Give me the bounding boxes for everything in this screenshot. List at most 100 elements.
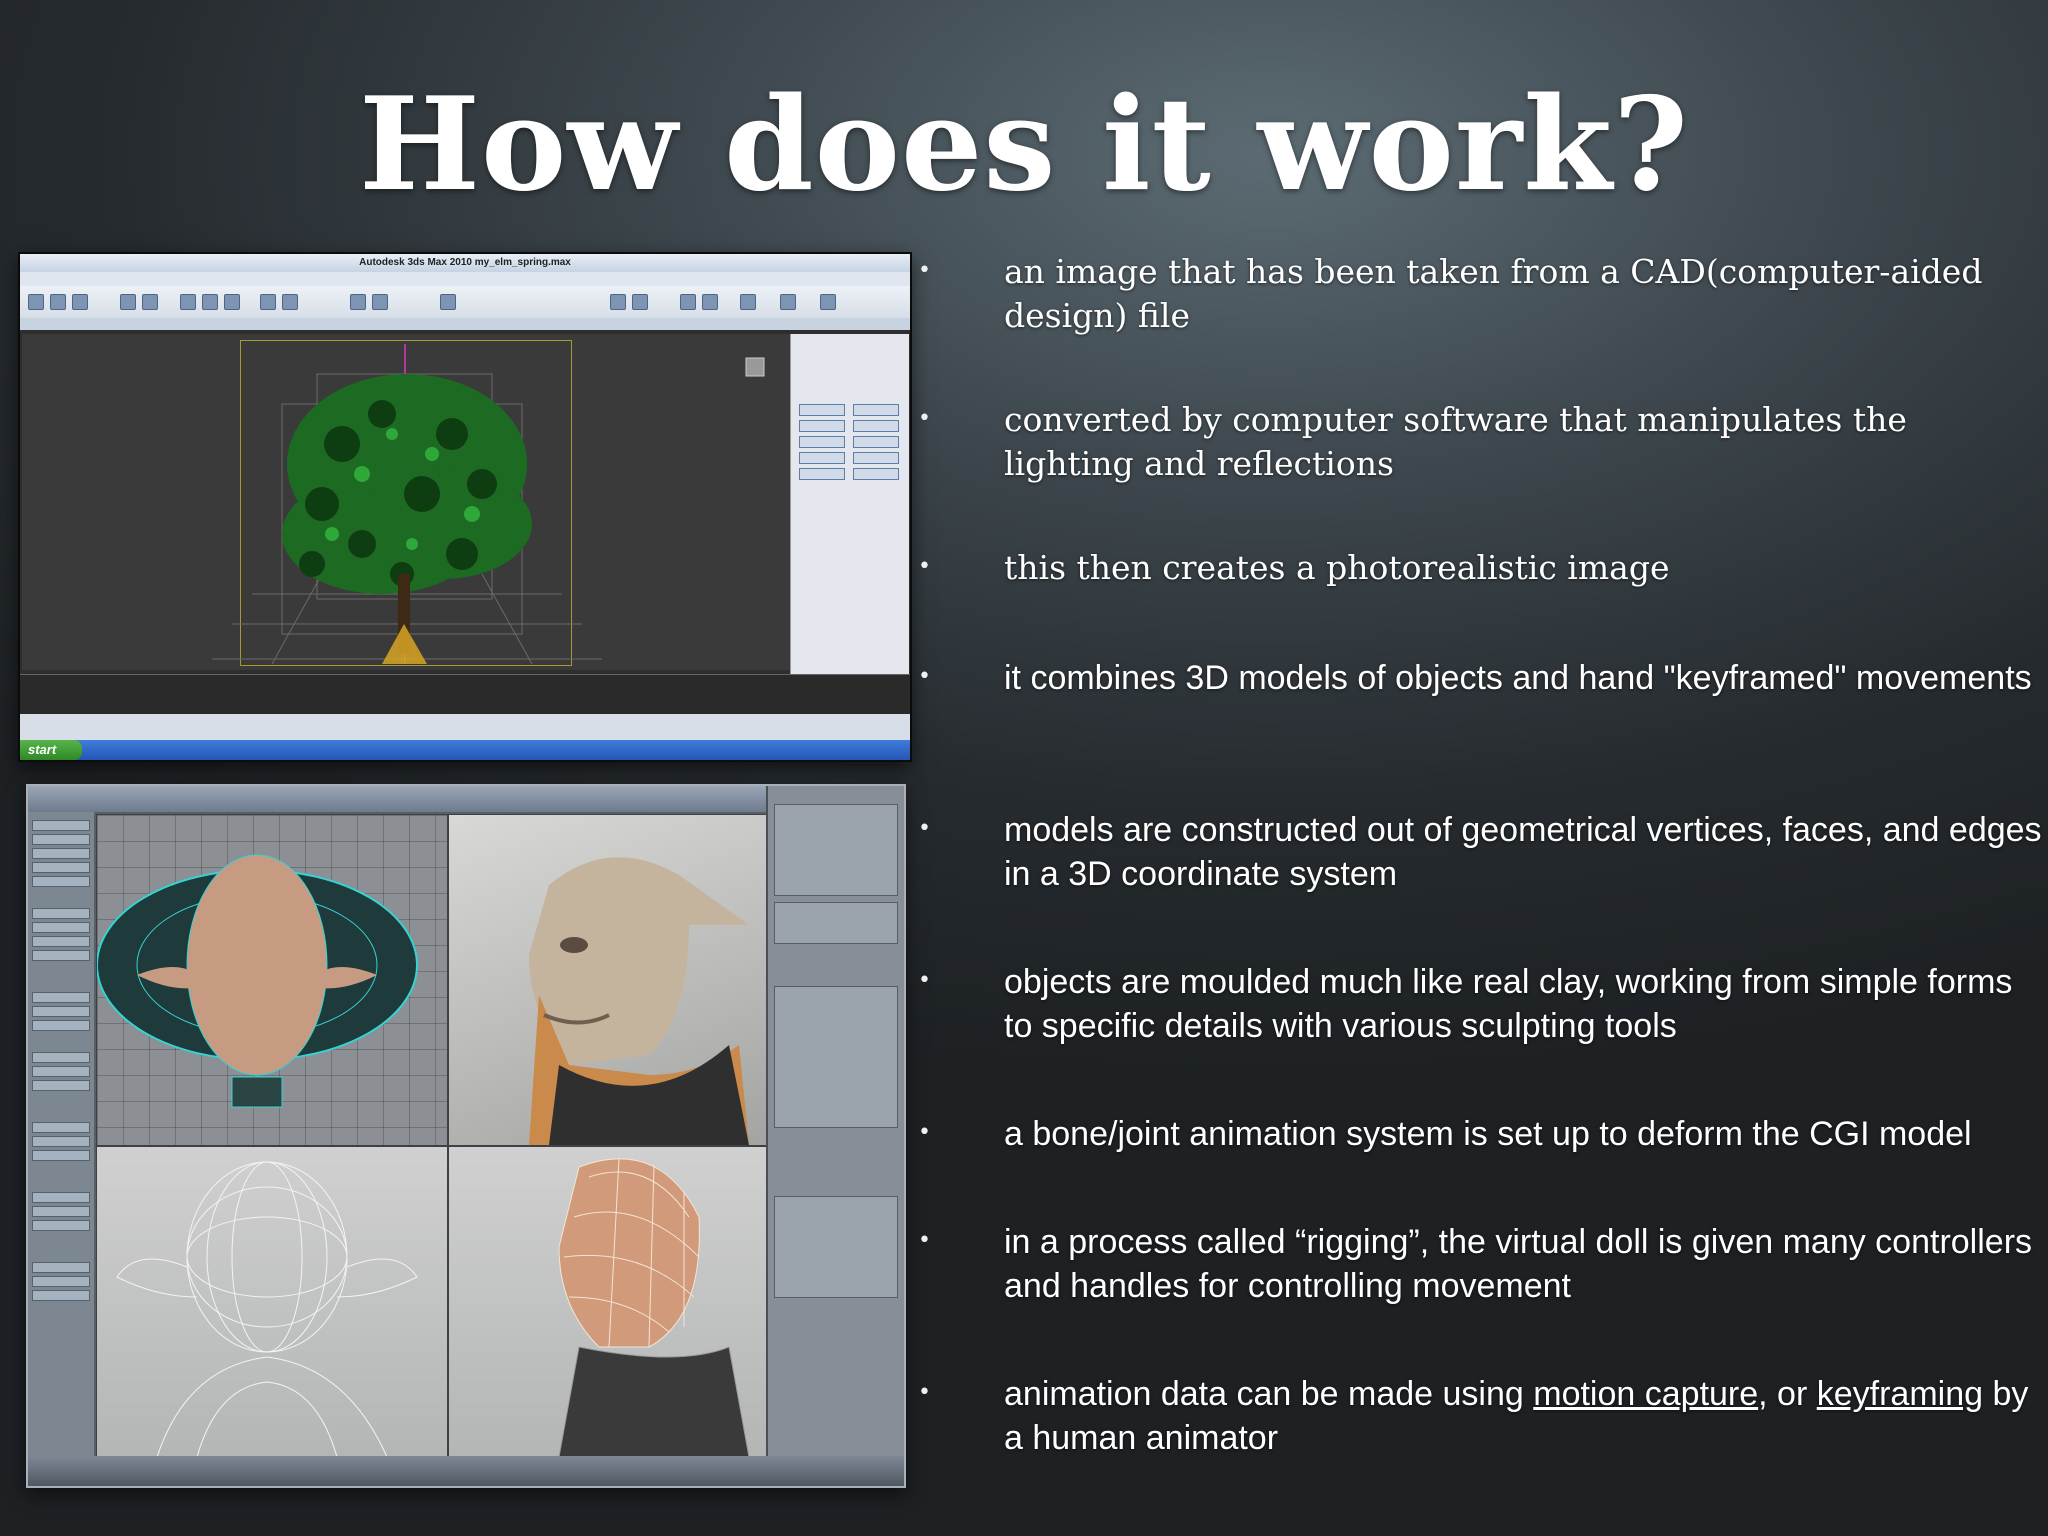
bullet-dot: •: [918, 258, 931, 283]
3ds-max-screenshot: Autodesk 3ds Max 2010 my_elm_spring.max: [18, 252, 912, 762]
tool-button: [32, 1206, 90, 1217]
alien-head-top-view: [97, 854, 418, 1108]
tree-model-render: [212, 344, 765, 665]
tool-button: [32, 876, 90, 887]
tool-button: [32, 1220, 90, 1231]
tool-button: [32, 992, 90, 1003]
toolbar-icon: [142, 294, 158, 310]
alien-wireframe-front: [116, 1161, 418, 1457]
ribbon-tabs: [20, 318, 910, 330]
toolbar-icon: [28, 294, 44, 310]
panel-button: [799, 404, 845, 416]
perspective-viewport: [22, 334, 805, 670]
bullet-text: converted by computer software that mani…: [1004, 400, 1907, 483]
command-panel: [790, 334, 909, 674]
toolbar-icon: [350, 294, 366, 310]
tool-button: [32, 848, 90, 859]
panel-button: [799, 420, 845, 432]
status-bar: [20, 714, 910, 740]
tool-button: [32, 1006, 90, 1017]
toolbar-icon: [224, 294, 240, 310]
tool-button: [32, 862, 90, 873]
tool-button: [32, 950, 90, 961]
window-title: Autodesk 3ds Max 2010 my_elm_spring.max: [20, 254, 910, 272]
toolbar-icon: [282, 294, 298, 310]
surface-panel: [774, 1196, 898, 1298]
timeline: [20, 674, 910, 715]
front-wireframe-viewport: [96, 1146, 448, 1458]
toolbar-icon: [50, 294, 66, 310]
toolbar-icon: [72, 294, 88, 310]
keyframing-link[interactable]: keyframing: [1817, 1375, 1983, 1413]
bullet-text: a bone/joint animation system is set up …: [1004, 1115, 1972, 1153]
tool-button: [32, 1122, 90, 1133]
info-panel: [774, 902, 898, 944]
toolbar-icon: [680, 294, 696, 310]
toolbar-icon: [740, 294, 756, 310]
tool-button: [32, 936, 90, 947]
bullet-dot: •: [918, 1120, 931, 1145]
tool-button: [32, 1276, 90, 1287]
alien-head-render: [529, 857, 749, 1145]
toolbar-icon: [780, 294, 796, 310]
tool-button: [32, 1150, 90, 1161]
bullet-text: models are constructed out of geometrica…: [1004, 811, 2042, 893]
toolbar-icon: [632, 294, 648, 310]
start-button: start: [20, 740, 82, 760]
tool-button: [32, 1080, 90, 1091]
perspective-render-viewport: [448, 814, 790, 1146]
panel-button: [799, 436, 845, 448]
bullet-text-prefix: animation data can be made using: [1004, 1375, 1534, 1413]
tool-button: [32, 1052, 90, 1063]
panel-button: [853, 420, 899, 432]
toolbar-icon: [372, 294, 388, 310]
tool-button: [32, 1192, 90, 1203]
windows-taskbar: start: [20, 740, 910, 760]
bullet-text: animation data can be made using motion …: [1004, 1372, 2044, 1460]
toolbar-icon: [120, 294, 136, 310]
tool-button: [32, 820, 90, 831]
bullet-dot: •: [918, 554, 931, 579]
modeler-tool-sidebar: [28, 812, 94, 1456]
top-viewport: [96, 814, 448, 1146]
toolbar-icon: [202, 294, 218, 310]
bullet-text: an image that has been taken from a CAD(…: [1004, 252, 1983, 335]
panel-button: [853, 468, 899, 480]
bullet-text: it combines 3D models of objects and han…: [1004, 659, 2032, 697]
panel-button: [853, 436, 899, 448]
tool-button: [32, 1290, 90, 1301]
toolbar-icon: [702, 294, 718, 310]
stats-panel: [774, 804, 898, 896]
tool-button: [32, 1066, 90, 1077]
layers-panel: [774, 986, 898, 1128]
panel-button: [799, 468, 845, 480]
bullet-dot: •: [918, 406, 931, 431]
menu-bar: [20, 272, 910, 287]
bullet-dot: •: [918, 1380, 931, 1405]
tool-button: [32, 834, 90, 845]
bullet-dot: •: [918, 1228, 931, 1253]
toolbar-icon: [820, 294, 836, 310]
toolbar-icon: [180, 294, 196, 310]
toolbar-icon: [260, 294, 276, 310]
bullet-dot: •: [918, 968, 931, 993]
panel-button: [799, 452, 845, 464]
side-wireframe-viewport: [448, 1146, 790, 1458]
panel-button: [853, 404, 899, 416]
modeler-properties-panel: [766, 786, 904, 1456]
tool-button: [32, 908, 90, 919]
tool-button: [32, 1020, 90, 1031]
tool-button: [32, 922, 90, 933]
tool-button: [32, 1262, 90, 1273]
bullet-text-middle: , or: [1758, 1375, 1817, 1413]
bullet-dot: •: [918, 664, 931, 689]
tool-button: [32, 1136, 90, 1147]
bullet-text: objects are moulded much like real clay,…: [1004, 963, 2013, 1045]
panel-button: [853, 452, 899, 464]
bullet-text: this then creates a photorealistic image: [1004, 548, 1670, 587]
motion-capture-link[interactable]: motion capture: [1533, 1375, 1758, 1413]
bullet-text: in a process called “rigging”, the virtu…: [1004, 1223, 2033, 1305]
toolbar-icon: [610, 294, 626, 310]
modeler-bottom-bar: [28, 1456, 904, 1486]
bullet-dot: •: [918, 816, 931, 841]
